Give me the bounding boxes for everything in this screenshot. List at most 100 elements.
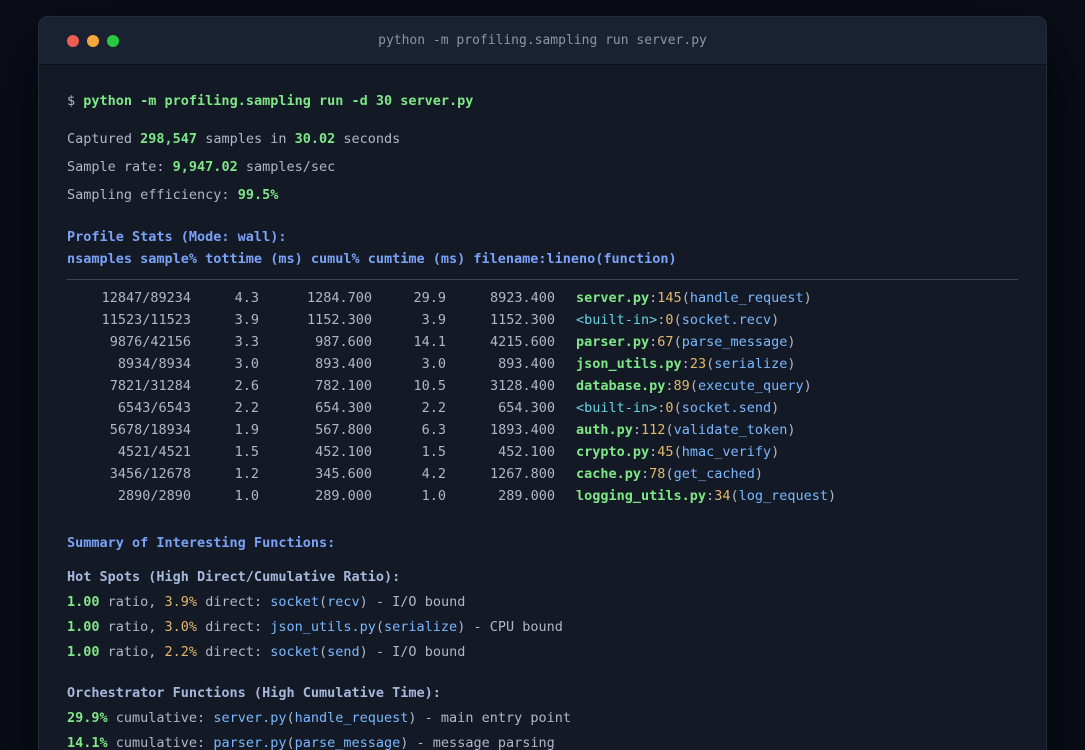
colon: : [681,356,690,372]
summary-heading: Summary of Interesting Functions: [67,535,336,551]
col-location: database.py:89(execute_query) [576,375,812,397]
stats-row: 9876/42156 3.3 987.600 14.1 4215.600 parser.p… [67,331,1018,353]
close-paren: ) [771,312,780,328]
stats-row: 2890/2890 1.0 289.000 1.0 289.000 logging_uti… [67,485,1018,507]
col-cumul-pct: 1.5 [421,444,446,460]
direct-label: direct: [197,594,271,610]
maximize-button[interactable] [107,34,119,47]
minimize-button[interactable] [87,34,99,47]
lineno: 0 [665,400,674,416]
lineno: 112 [641,422,666,438]
direct-pct: 3.0% [164,619,198,635]
col-cumtime: 3128.400 [489,378,555,394]
item-description: - I/O bound [367,594,466,610]
col-cumul-pct: 3.0 [421,356,446,372]
function-name: send [327,644,360,660]
hot-spots-heading: Hot Spots (High Direct/Cumulative Ratio)… [67,569,401,585]
close-paren: ) [787,334,796,350]
hot-spot-item: 1.00 ratio, 3.9% direct: socket(recv) - … [67,591,1018,613]
function-name: serialize [384,619,458,635]
col-sample-pct: 2.6 [234,378,259,394]
function-name: socket.send [681,400,772,416]
terminal-window: python -m profiling.sampling run server.… [38,16,1047,750]
col-tottime: 654.300 [315,400,372,416]
colon: : [632,422,642,438]
open-paren: ( [375,619,385,635]
terminal-content: $ python -m profiling.sampling run -d 30… [39,65,1046,750]
close-paren: ) [787,356,796,372]
ratio-label: ratio, [99,619,165,635]
lineno: 34 [714,488,731,504]
close-paren: ) [408,710,417,726]
open-paren: ( [681,290,690,306]
item-description: - message parsing [408,735,555,750]
cumulative-label: cumulative: [107,735,214,750]
col-tottime: 1152.300 [306,312,372,328]
sample-rate-unit: samples/sec [237,159,336,175]
col-cumtime: 1152.300 [489,312,555,328]
col-tottime: 893.400 [315,356,372,372]
direct-pct: 2.2% [164,644,198,660]
col-cumtime: 1893.400 [489,422,555,438]
open-paren: ( [730,488,739,504]
open-paren: ( [665,422,674,438]
command-text: python -m profiling.sampling run -d 30 s… [83,93,474,109]
close-button[interactable] [67,34,79,47]
lineno: 45 [657,444,674,460]
col-nsamples: 2890/2890 [117,488,191,504]
col-cumul-pct: 6.3 [421,422,446,438]
stats-row: 6543/6543 2.2 654.300 2.2 654.300 <built-in>:… [67,397,1018,419]
col-cumtime: 654.300 [498,400,555,416]
close-paren: ) [771,444,780,460]
close-paren: ) [359,594,368,610]
col-cumul-pct: 4.2 [421,466,446,482]
lineno: 0 [665,312,674,328]
col-sample-pct: 1.0 [234,488,259,504]
item-description: - CPU bound [465,619,563,635]
efficiency-line: Sampling efficiency: 99.5% [67,184,1018,206]
col-sample-pct: 3.9 [234,312,259,328]
col-nsamples: 12847/89234 [101,290,191,306]
samples-count: 298,547 [140,131,198,147]
orchestrator-item: 29.9% cumulative: server.py(handle_reque… [67,707,1018,729]
filename: crypto.py [576,444,650,460]
close-paren: ) [771,400,780,416]
sample-rate-value: 9,947.02 [172,159,238,175]
col-sample-pct: 1.2 [234,466,259,482]
hot-spot-item: 1.00 ratio, 3.0% direct: json_utils.py(s… [67,616,1018,638]
function-name: socket.recv [681,312,772,328]
window-controls [39,34,119,47]
captured-unit: seconds [335,131,401,147]
open-paren: ( [319,644,328,660]
lineno: 89 [673,378,690,394]
stats-row: 4521/4521 1.5 452.100 1.5 452.100 crypto.py:4… [67,441,1018,463]
col-cumul-pct: 10.5 [413,378,446,394]
col-location: json_utils.py:23(serialize) [576,353,796,375]
col-cumtime: 1267.800 [489,466,555,482]
captured-label: Captured [67,131,141,147]
open-paren: ( [286,735,295,750]
close-paren: ) [803,290,812,306]
col-location: <built-in>:0(socket.recv) [576,309,779,331]
function-name: recv [327,594,360,610]
col-cumul-pct: 14.1 [413,334,446,350]
shell-prompt: $ [67,93,84,109]
ratio-value: 1.00 [67,644,100,660]
cumulative-label: cumulative: [107,710,214,726]
col-nsamples: 11523/11523 [101,312,191,328]
stats-row: 12847/89234 4.3 1284.700 29.9 8923.400 server… [67,287,1018,309]
filename: json_utils.py [270,619,376,635]
window-title: python -m profiling.sampling run server.… [378,33,707,48]
ratio-value: 1.00 [67,619,100,635]
open-paren: ( [286,710,295,726]
open-paren: ( [706,356,715,372]
lineno: 67 [657,334,674,350]
filename: auth.py [576,422,633,438]
close-paren: ) [828,488,837,504]
col-cumtime: 289.000 [498,488,555,504]
direct-pct: 3.9% [164,594,198,610]
filename: server.py [213,710,287,726]
function-name: hmac_verify [681,444,772,460]
col-location: cache.py:78(get_cached) [576,463,763,485]
close-paren: ) [787,422,796,438]
